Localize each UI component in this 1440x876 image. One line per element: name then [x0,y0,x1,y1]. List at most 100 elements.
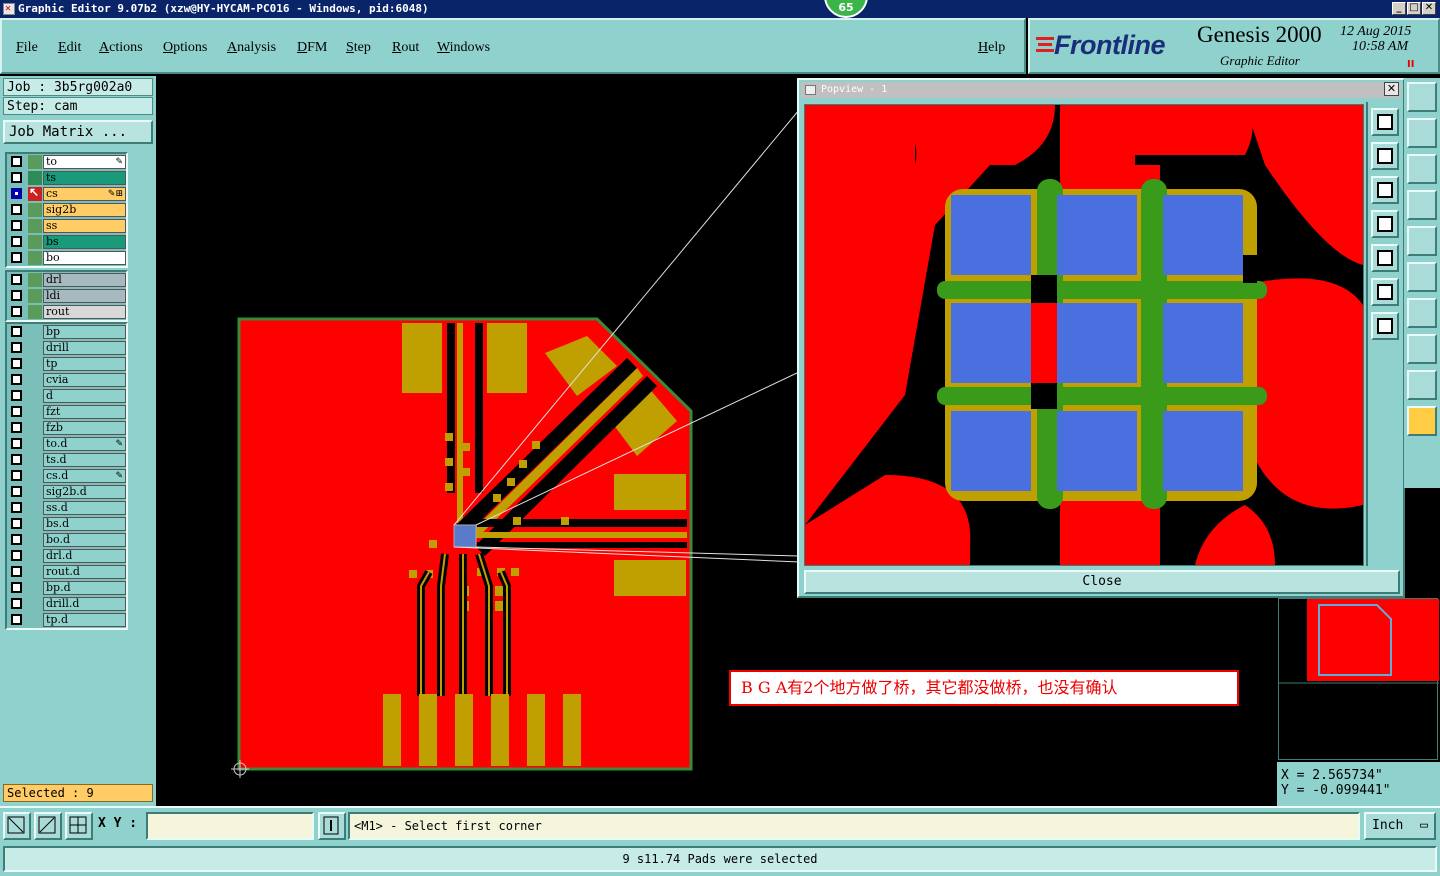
layer-row[interactable]: to ✎ [7,154,126,170]
layer-color-swatch[interactable] [28,597,42,611]
layer-color-swatch[interactable] [28,501,42,515]
layer-row[interactable]: bs [7,234,126,250]
layer-row[interactable]: bp [7,324,126,340]
layer-checkbox[interactable] [11,454,22,465]
layer-name[interactable]: tp.d [43,613,126,627]
layer-name[interactable]: rout.d [43,565,126,579]
tool-select-icon[interactable] [1407,406,1437,436]
layer-row[interactable]: drl.d [7,548,126,564]
tool-net-icon[interactable] [1407,190,1437,220]
layer-color-swatch[interactable] [28,581,42,595]
layer-checkbox[interactable] [11,486,22,497]
layer-row[interactable]: to.d ✎ [7,436,126,452]
layer-row[interactable]: rout [7,304,126,320]
layer-row[interactable]: drl [7,272,126,288]
tool-window-icon[interactable] [1407,82,1437,112]
layer-row[interactable]: ts [7,170,126,186]
popview-tool-2[interactable] [1371,142,1399,170]
menu-actions[interactable]: Actions [99,40,143,56]
layer-checkbox[interactable] [11,518,22,529]
layer-color-swatch[interactable] [28,155,42,169]
bga-selection[interactable] [453,524,477,548]
layer-name[interactable]: ss.d [43,501,126,515]
layer-row[interactable]: sig2b.d [7,484,126,500]
layer-name[interactable]: bs.d [43,517,126,531]
layer-checkbox[interactable] [11,236,22,247]
pause-icon[interactable]: II [1407,59,1414,70]
layer-name[interactable]: sig2b [43,203,126,217]
layer-name[interactable]: ldi [43,289,126,303]
layer-row[interactable]: ldi [7,288,126,304]
popview-title-bar[interactable]: Popview - 1 [801,82,1401,98]
layer-row[interactable]: fzt [7,404,126,420]
layer-row[interactable]: ss.d [7,500,126,516]
layer-checkbox[interactable] [11,614,22,625]
layer-name[interactable]: fzb [43,421,126,435]
layer-color-swatch[interactable] [28,341,42,355]
tool-pad-icon[interactable] [1407,226,1437,256]
layer-name[interactable]: rout [43,305,126,319]
layer-checkbox[interactable] [11,582,22,593]
measure-mode-button[interactable] [34,812,62,840]
layer-name[interactable]: sig2b.d [43,485,126,499]
layer-checkbox[interactable] [11,306,22,317]
layer-color-swatch[interactable] [28,273,42,287]
unit-selector[interactable]: Inch ▭ [1364,812,1436,840]
layer-color-swatch[interactable] [28,203,42,217]
layer-name[interactable]: fzt [43,405,126,419]
layer-checkbox[interactable] [11,598,22,609]
layer-color-swatch[interactable] [28,251,42,265]
layer-color-swatch[interactable] [28,533,42,547]
layer-color-swatch[interactable] [28,235,42,249]
layer-row[interactable]: bo [7,250,126,266]
layer-row[interactable]: bs.d [7,516,126,532]
layer-name[interactable]: drl.d [43,549,126,563]
layer-row[interactable]: drill [7,340,126,356]
snap-mode-button[interactable] [3,812,31,840]
maximize-button[interactable]: □ [1407,2,1421,15]
layer-row[interactable]: tp.d [7,612,126,628]
layer-name[interactable]: ss [43,219,126,233]
layer-checkbox[interactable] [11,438,22,449]
layer-color-swatch[interactable] [28,219,42,233]
minimize-button[interactable]: _ [1392,2,1406,15]
layer-name[interactable]: cs.d ✎ [43,469,126,483]
tool-attr-icon[interactable] [1407,298,1437,328]
menu-step[interactable]: Step [346,40,371,56]
layer-color-swatch[interactable] [28,405,42,419]
tool-help-icon[interactable] [1407,154,1437,184]
xy-input[interactable] [146,812,314,840]
popview-tool-1[interactable] [1371,108,1399,136]
close-button[interactable]: ✕ [1422,2,1436,15]
layer-color-swatch[interactable] [28,305,42,319]
minimap[interactable] [1278,598,1439,760]
layer-color-swatch[interactable] [28,549,42,563]
layer-checkbox[interactable] [11,406,22,417]
tool-connect-icon[interactable] [1407,262,1437,292]
layer-checkbox[interactable] [11,172,22,183]
layer-row[interactable]: rout.d [7,564,126,580]
popview-close-x-button[interactable]: ✕ [1384,82,1399,96]
tool-snap-icon[interactable] [1407,118,1437,148]
popview-window[interactable]: Popview - 1 ✕ Close [797,78,1405,598]
layer-checkbox[interactable] [11,358,22,369]
layer-checkbox[interactable] [11,220,22,231]
layer-checkbox[interactable] [11,374,22,385]
layer-checkbox[interactable] [11,566,22,577]
layer-color-swatch[interactable] [28,469,42,483]
layer-row[interactable]: fzb [7,420,126,436]
layer-name[interactable]: drl [43,273,126,287]
menu-windows[interactable]: Windows [437,40,490,56]
tool-group-icon[interactable] [1407,334,1437,364]
popview-close-button[interactable]: Close [804,570,1400,594]
layer-name[interactable]: d [43,389,126,403]
layer-row[interactable]: bo.d [7,532,126,548]
menu-options[interactable]: Options [163,40,207,56]
layer-color-swatch[interactable] [28,325,42,339]
layer-row[interactable]: ss [7,218,126,234]
layer-color-swatch[interactable] [28,485,42,499]
menu-edit[interactable]: Edit [58,40,81,56]
layer-name[interactable]: ts.d [43,453,126,467]
layer-row[interactable]: bp.d [7,580,126,596]
layer-checkbox[interactable] [11,470,22,481]
